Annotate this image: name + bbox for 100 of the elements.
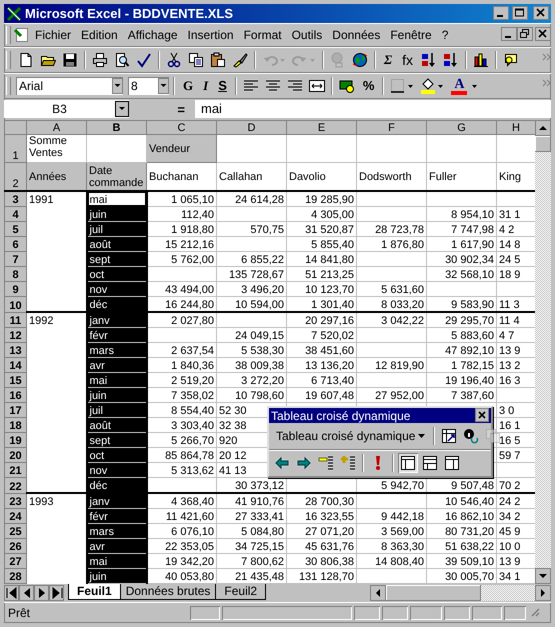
- menu-item[interactable]: ?: [436, 28, 454, 42]
- row-header[interactable]: 10: [4, 296, 26, 312]
- table-cell[interactable]: août: [86, 418, 146, 432]
- underline-button[interactable]: S: [214, 77, 231, 95]
- menu-item[interactable]: Outils: [286, 28, 328, 42]
- previous-sheet-icon[interactable]: [19, 585, 34, 601]
- row-header[interactable]: 21: [4, 462, 26, 478]
- pivot-field-button[interactable]: Vendeur: [146, 134, 216, 162]
- table-cell[interactable]: juin: [86, 206, 146, 222]
- table-cell[interactable]: juin: [86, 388, 146, 402]
- column-header[interactable]: B: [86, 120, 146, 134]
- table-cell[interactable]: sept: [86, 432, 146, 448]
- column-header[interactable]: C: [146, 120, 216, 134]
- next-sheet-icon[interactable]: [34, 585, 49, 601]
- formula-field[interactable]: mai: [195, 100, 551, 118]
- table-layout-icon[interactable]: [420, 453, 440, 473]
- percent-button[interactable]: %: [358, 77, 378, 95]
- row-header[interactable]: 25: [4, 524, 26, 538]
- row-header[interactable]: 17: [4, 402, 26, 418]
- table-cell[interactable]: mars: [86, 524, 146, 538]
- row-header[interactable]: 18: [4, 418, 26, 432]
- column-header[interactable]: F: [356, 120, 426, 134]
- table-cell[interactable]: juil: [86, 222, 146, 236]
- font-size-dropdown[interactable]: 8: [128, 77, 169, 95]
- scroll-down-icon[interactable]: [535, 568, 551, 584]
- globe-icon[interactable]: [350, 50, 370, 70]
- font-dropdown[interactable]: Arial: [16, 77, 123, 95]
- table-cell[interactable]: nov: [86, 282, 146, 296]
- row-header[interactable]: 16: [4, 388, 26, 402]
- table-cell[interactable]: oct: [86, 266, 146, 282]
- table-cell[interactable]: mars: [86, 342, 146, 358]
- column-header[interactable]: G: [426, 120, 496, 134]
- row-header[interactable]: 3: [4, 191, 26, 206]
- row-header[interactable]: 19: [4, 432, 26, 448]
- sheet-tab[interactable]: Feuil1: [68, 584, 121, 600]
- scroll-thumb[interactable]: [535, 136, 551, 152]
- row-header[interactable]: 15: [4, 372, 26, 388]
- menu-item[interactable]: Données: [327, 28, 386, 42]
- pivot-field-button[interactable]: Années: [26, 162, 86, 191]
- table-layout-icon[interactable]: [442, 453, 462, 473]
- name-box[interactable]: B3: [4, 100, 129, 118]
- minimize-button[interactable]: [501, 27, 517, 43]
- horizontal-scrollbar[interactable]: [370, 585, 551, 601]
- pivot-field-button[interactable]: Date commande: [86, 162, 146, 191]
- column-header[interactable]: A: [26, 120, 86, 134]
- table-cell[interactable]: avr: [86, 358, 146, 372]
- table-cell[interactable]: janv: [86, 493, 146, 508]
- scroll-up-icon[interactable]: [535, 120, 551, 136]
- table-cell[interactable]: oct: [86, 448, 146, 462]
- clipboard-icon[interactable]: [208, 50, 228, 70]
- menu-item[interactable]: Affichage: [122, 28, 183, 42]
- menu-item[interactable]: Fichier: [30, 28, 76, 42]
- sheet-tab[interactable]: Feuil2: [215, 584, 266, 600]
- menu-item[interactable]: Fenêtre: [385, 28, 437, 42]
- table-cell[interactable]: mai: [86, 191, 146, 206]
- row-header[interactable]: 7: [4, 252, 26, 266]
- table-layout-icon[interactable]: [398, 453, 418, 473]
- first-sheet-icon[interactable]: [4, 585, 19, 601]
- table-cell[interactable]: août: [86, 236, 146, 252]
- column-header[interactable]: D: [216, 120, 286, 134]
- close-button[interactable]: [535, 27, 551, 43]
- font-color-button[interactable]: A: [448, 78, 470, 94]
- row-header[interactable]: 2: [4, 162, 26, 191]
- row-header[interactable]: 11: [4, 312, 26, 328]
- row-header[interactable]: 9: [4, 282, 26, 296]
- scroll-left-icon[interactable]: [370, 585, 386, 601]
- row-header[interactable]: 28: [4, 568, 26, 584]
- copy-icon[interactable]: [186, 50, 206, 70]
- table-cell[interactable]: avr: [86, 538, 146, 554]
- table-cell[interactable]: juin: [86, 568, 146, 584]
- table-cell[interactable]: janv: [86, 312, 146, 328]
- vertical-scrollbar[interactable]: [535, 120, 551, 584]
- row-header[interactable]: 23: [4, 493, 26, 508]
- table-cell[interactable]: févr: [86, 508, 146, 524]
- maximize-button[interactable]: [512, 6, 528, 22]
- menu-item[interactable]: Format: [238, 28, 287, 42]
- bold-button[interactable]: G: [179, 77, 198, 95]
- row-header[interactable]: 4: [4, 206, 26, 222]
- close-button[interactable]: [475, 408, 489, 424]
- table-cell[interactable]: mai: [86, 372, 146, 388]
- italic-button[interactable]: I: [199, 77, 212, 95]
- scroll-right-icon[interactable]: [535, 585, 551, 601]
- close-button[interactable]: [533, 6, 549, 22]
- toolbar-button[interactable]: fx: [398, 51, 417, 69]
- table-cell[interactable]: juil: [86, 402, 146, 418]
- scroll-thumb[interactable]: [386, 585, 481, 601]
- row-header[interactable]: 5: [4, 222, 26, 236]
- row-header[interactable]: 24: [4, 508, 26, 524]
- table-cell[interactable]: mai: [86, 554, 146, 568]
- row-header[interactable]: 12: [4, 328, 26, 342]
- table-cell[interactable]: févr: [86, 328, 146, 342]
- column-header[interactable]: H: [496, 120, 535, 134]
- menu-item[interactable]: Edition: [76, 28, 123, 42]
- printer-icon[interactable]: [90, 50, 110, 70]
- row-header[interactable]: 1: [4, 134, 26, 162]
- row-header[interactable]: 14: [4, 358, 26, 372]
- row-header[interactable]: 22: [4, 478, 26, 493]
- table-cell[interactable]: nov: [86, 462, 146, 478]
- row-header[interactable]: 6: [4, 236, 26, 252]
- restore-button[interactable]: [517, 27, 533, 43]
